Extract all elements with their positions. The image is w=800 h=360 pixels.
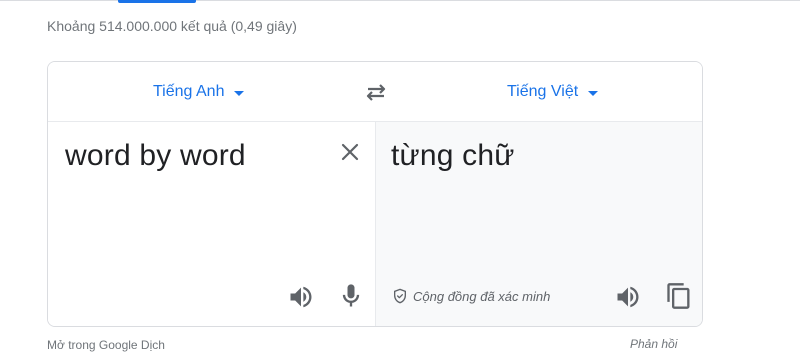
copy-icon [667, 283, 690, 309]
speaker-icon [290, 286, 312, 308]
swap-languages-button[interactable] [363, 80, 389, 104]
shield-check-icon [394, 288, 406, 304]
feedback-link[interactable]: Phản hồi [630, 337, 677, 351]
speaker-icon [617, 286, 639, 308]
verified-badge: Cộng đồng đã xác minh [392, 288, 550, 304]
listen-source-button[interactable] [287, 283, 315, 311]
voice-input-button[interactable] [337, 282, 365, 310]
translate-card: Tiếng Anh Tiếng Việt word by word từng c… [47, 61, 703, 327]
target-language-label: Tiếng Việt [507, 83, 579, 100]
clear-source-button[interactable] [338, 140, 362, 164]
source-language-selector[interactable]: Tiếng Anh [153, 81, 245, 103]
microphone-icon [342, 284, 360, 307]
active-tab-indicator [118, 0, 196, 3]
listen-translation-button[interactable] [614, 283, 642, 311]
target-language-selector[interactable]: Tiếng Việt [507, 81, 599, 103]
chevron-down-icon [234, 90, 245, 96]
translated-text: từng chữ [391, 139, 515, 172]
target-panel: từng chữ Cộng đồng đã xác minh [375, 122, 702, 326]
chevron-down-icon [588, 90, 599, 96]
language-bar: Tiếng Anh Tiếng Việt [48, 62, 702, 122]
close-icon [341, 143, 359, 161]
source-text-input[interactable]: word by word [65, 139, 246, 173]
open-in-google-translate-link[interactable]: Mở trong Google Dịch [47, 338, 165, 352]
source-language-label: Tiếng Anh [153, 83, 225, 100]
copy-translation-button[interactable] [665, 282, 693, 310]
result-stats: Khoảng 514.000.000 kết quả (0,49 giây) [47, 18, 297, 34]
swap-arrows-icon [366, 84, 386, 101]
verified-label: Cộng đồng đã xác minh [413, 288, 551, 304]
source-panel: word by word [48, 122, 374, 326]
